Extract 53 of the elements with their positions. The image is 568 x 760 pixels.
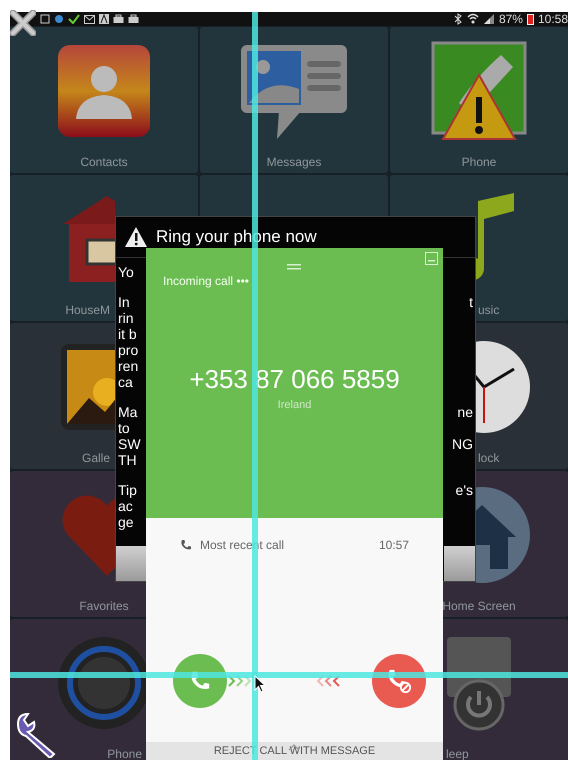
- app-label: Phone: [107, 747, 142, 760]
- caret-up-icon[interactable]: [288, 744, 300, 751]
- dialog-text: SW: [118, 436, 141, 452]
- check-icon: [68, 14, 80, 24]
- app-label: Favorites: [79, 599, 129, 613]
- briefcase-icon: [113, 14, 124, 24]
- app-label: HouseM: [65, 303, 110, 317]
- app-tile[interactable]: Phone: [390, 27, 568, 173]
- person-icon: [56, 43, 152, 139]
- dialog-text: ge: [118, 514, 134, 530]
- mail-icon: [84, 14, 95, 24]
- phone-warning-icon: [431, 41, 527, 141]
- mouse-cursor-icon: [254, 675, 266, 693]
- signal-icon: [482, 13, 495, 25]
- app-label: Contacts: [80, 155, 128, 169]
- close-icon[interactable]: [10, 10, 36, 36]
- dialog-text: ca: [118, 374, 133, 390]
- dialog-text: Tip: [118, 482, 137, 498]
- dialog-text: it b: [118, 326, 137, 342]
- battery-percent: 87%: [498, 12, 523, 26]
- wifi-icon: [466, 13, 479, 25]
- app-tile[interactable]: Messages: [200, 27, 388, 173]
- dialog-button-bar: [116, 546, 146, 581]
- dialog-text: NG: [452, 436, 473, 452]
- app-label: Galle: [82, 451, 110, 465]
- dialog-text: e's: [456, 482, 473, 498]
- dialog-text: Ma: [118, 404, 138, 420]
- dialog-text: Yo: [118, 264, 134, 280]
- phone-icon: [180, 539, 192, 551]
- landscape-icon: [59, 342, 115, 432]
- caller-location: Ireland: [278, 399, 312, 411]
- drag-handle-icon: [287, 264, 301, 270]
- dialog-text: pro: [118, 342, 138, 358]
- dialog-text: TH: [118, 452, 137, 468]
- clock-time: 10:58: [538, 12, 568, 26]
- dialog-text: ac: [118, 498, 133, 514]
- briefcase-icon: [128, 14, 139, 24]
- app-label: lock: [478, 451, 500, 465]
- app-label: Home Screen: [442, 599, 516, 613]
- dialog-button-bar: [444, 546, 475, 581]
- app-tile[interactable]: Contacts: [10, 27, 198, 173]
- dialog-text: In: [118, 294, 130, 310]
- battery-icon: [526, 13, 534, 25]
- warning-icon: [124, 226, 148, 248]
- app-label: usic: [478, 303, 500, 317]
- image-icon: [40, 14, 50, 24]
- app-label: Phone: [462, 155, 496, 169]
- dialog-text: ren: [118, 358, 138, 374]
- bluetooth-icon: [452, 13, 463, 25]
- dialog-text: ne: [457, 404, 473, 420]
- app-label: Messages: [266, 155, 322, 169]
- dialog-text: t: [469, 294, 473, 310]
- dialog-text: to: [118, 420, 130, 436]
